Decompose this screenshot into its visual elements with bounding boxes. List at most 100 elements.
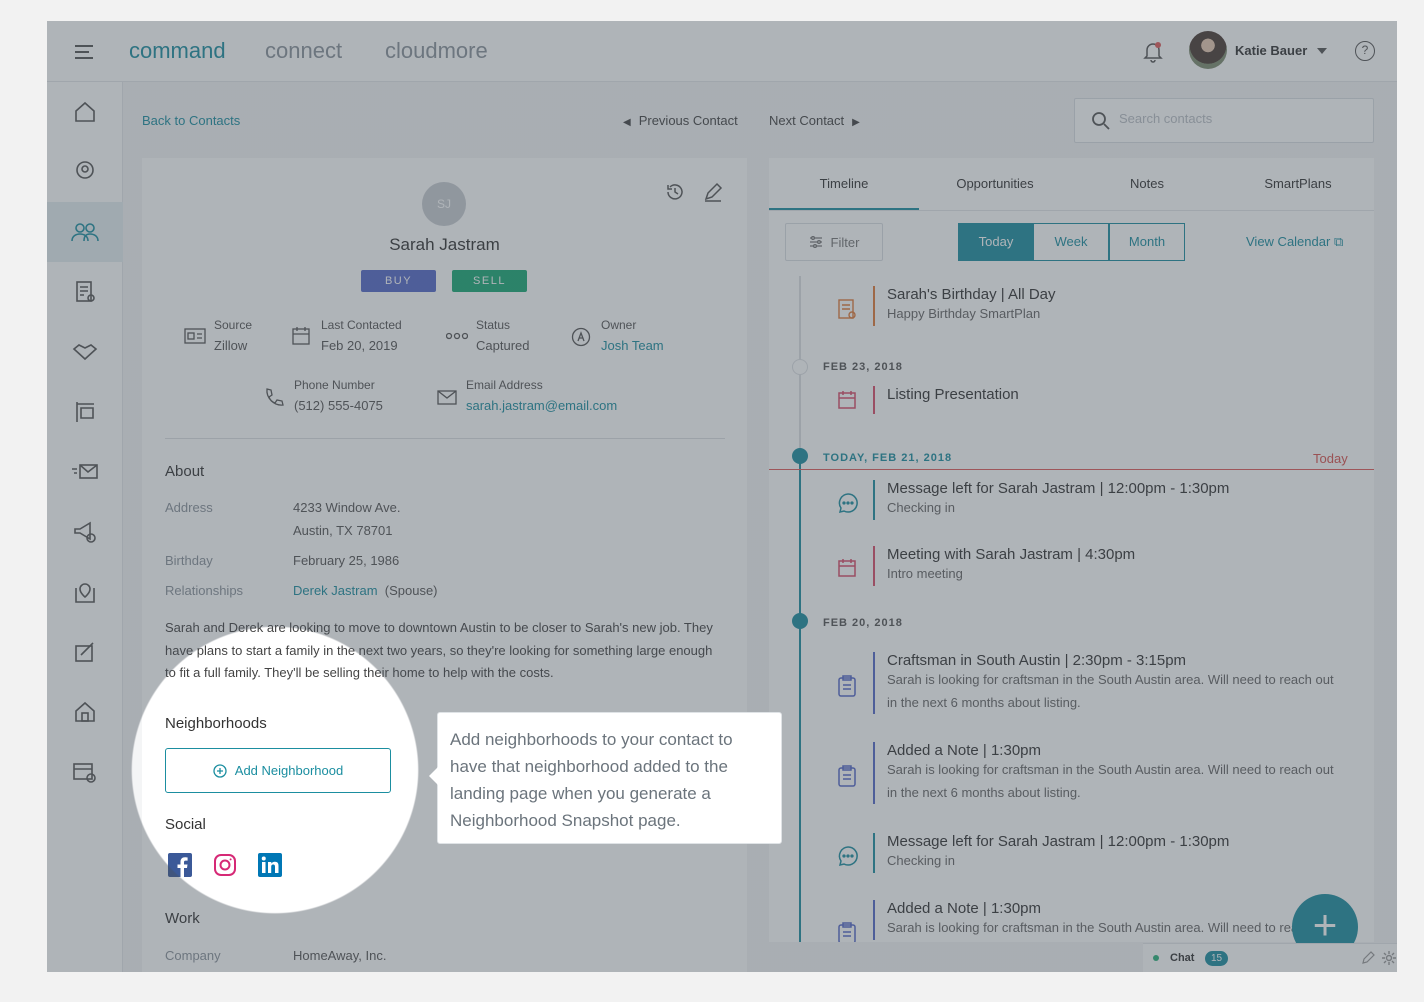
about-description: Sarah and Derek are looking to move to d… <box>165 620 713 680</box>
sidebar-item-calendar[interactable] <box>47 742 123 802</box>
timeline-event[interactable]: Listing Presentation <box>873 386 1019 414</box>
chat-label: Chat <box>1170 952 1195 964</box>
user-name[interactable]: Katie Bauer <box>1235 43 1307 58</box>
calendar-event-icon <box>838 391 856 409</box>
timeline-event[interactable]: Meeting with Sarah Jastram | 4:30pm Intro… <box>873 546 1135 586</box>
chevron-right-icon: ▶ <box>852 117 860 128</box>
today-marker-label: Today <box>1313 451 1348 466</box>
contact-card: SJ Sarah Jastram BUY SELL Source Zillow L… <box>142 158 747 972</box>
avatar[interactable] <box>1189 31 1227 69</box>
tab-notes[interactable]: Notes <box>1072 158 1222 210</box>
linkedin-icon[interactable] <box>258 853 282 877</box>
email-link[interactable]: sarah.jastram@email.com <box>466 398 617 413</box>
pencil-icon[interactable] <box>1361 951 1375 965</box>
email-icon <box>72 464 98 479</box>
envelope-icon <box>437 390 457 405</box>
help-icon[interactable]: ? <box>1355 41 1375 61</box>
instagram-icon[interactable] <box>213 853 237 877</box>
search-input[interactable] <box>1119 111 1359 126</box>
nav-command[interactable]: command <box>129 38 226 64</box>
previous-contact-link[interactable]: ◀ Previous Contact <box>623 113 738 128</box>
house-icon <box>75 701 95 722</box>
sidebar-item-home[interactable] <box>47 82 123 142</box>
next-contact-label: Next Contact <box>769 113 845 128</box>
notification-bell-icon[interactable] <box>1143 41 1163 63</box>
filter-button[interactable]: Filter <box>785 223 883 261</box>
sidebar-item-contacts[interactable] <box>47 202 123 262</box>
tab-divider <box>769 210 1374 211</box>
timeline-track <box>799 458 801 942</box>
nav-cloudmore[interactable]: cloudmore <box>385 38 488 64</box>
sidebar-item-pin[interactable] <box>47 142 123 202</box>
add-neighborhood-button[interactable]: Add Neighborhood <box>165 748 391 793</box>
event-title: Craftsman in South Austin | 2:30pm - 3:1… <box>887 652 1187 669</box>
sidebar-item-email[interactable] <box>47 442 123 502</box>
last-contacted-label: Last Contacted <box>321 318 402 332</box>
calendar-icon <box>73 763 96 783</box>
sidebar-item-listings[interactable] <box>47 262 123 322</box>
phone-field: Phone Number (512) 555-4075 <box>294 378 383 413</box>
chevron-down-icon[interactable] <box>1317 48 1327 54</box>
sidebar-item-marketing[interactable] <box>47 502 123 562</box>
timeline-event[interactable]: Message left for Sarah Jastram | 12:00pm… <box>873 480 1229 520</box>
message-icon <box>838 493 858 514</box>
tab-timeline[interactable]: Timeline <box>769 158 919 210</box>
back-to-contacts-link[interactable]: Back to Contacts <box>142 113 240 128</box>
contact-avatar: SJ <box>422 182 466 226</box>
status-field: Status Captured <box>476 318 529 353</box>
buy-tag[interactable]: BUY <box>361 270 436 292</box>
today-line <box>769 469 1374 470</box>
sidebar-item-properties[interactable] <box>47 682 123 742</box>
handshake-icon <box>72 344 98 361</box>
date-marker <box>792 613 808 629</box>
range-today[interactable]: Today <box>958 223 1034 261</box>
listing-icon <box>76 281 95 302</box>
date-heading: FEB 20, 2018 <box>823 617 903 629</box>
event-title: Listing Presentation <box>887 386 1019 403</box>
event-detail: Sarah is looking for craftsman in the So… <box>887 762 1334 800</box>
range-month[interactable]: Month <box>1109 223 1185 261</box>
chat-bar[interactable]: Chat 15 <box>1143 943 1397 972</box>
event-detail: Happy Birthday SmartPlan <box>887 306 1041 321</box>
sidebar-item-deals[interactable] <box>47 322 123 382</box>
contacts-icon <box>71 223 99 242</box>
view-calendar-link[interactable]: View Calendar ⧉ <box>1246 234 1343 250</box>
timeline-event[interactable]: Added a Note | 1:30pm Sarah is looking fo… <box>873 742 1343 804</box>
tab-opportunities[interactable]: Opportunities <box>920 158 1070 210</box>
pencil-icon[interactable] <box>703 182 723 202</box>
timeline-event[interactable]: Added a Note | 1:30pm Sarah is looking fo… <box>873 900 1343 940</box>
pin-icon <box>76 161 94 179</box>
edit-icon <box>75 642 94 662</box>
sell-tag[interactable]: SELL <box>452 270 527 292</box>
nav-connect[interactable]: connect <box>265 38 342 64</box>
facebook-icon[interactable] <box>168 853 192 877</box>
timeline-event[interactable]: Sarah's Birthday | All Day Happy Birthday… <box>873 286 1056 326</box>
sidebar-item-signs[interactable] <box>47 382 123 442</box>
contact-name: Sarah Jastram <box>389 235 500 254</box>
calendar-event-icon <box>838 559 856 577</box>
history-icon[interactable] <box>665 182 685 202</box>
range-week[interactable]: Week <box>1033 223 1109 261</box>
event-detail: Checking in <box>887 853 955 868</box>
timeline-event[interactable]: Craftsman in South Austin | 2:30pm - 3:1… <box>873 652 1343 714</box>
menu-icon[interactable] <box>75 45 93 59</box>
owner-icon <box>571 327 591 347</box>
relationship-link[interactable]: Derek Jastram <box>293 583 378 598</box>
relationships-value: Derek Jastram (Spouse) <box>293 583 438 598</box>
gear-icon[interactable] <box>1381 950 1397 966</box>
sidebar-item-edit[interactable] <box>47 622 123 682</box>
search-box[interactable] <box>1074 98 1374 143</box>
timeline-event[interactable]: Message left for Sarah Jastram | 12:00pm… <box>873 833 1229 873</box>
about-heading: About <box>165 463 205 480</box>
owner-link[interactable]: Josh Team <box>601 338 664 353</box>
sidebar-item-map[interactable] <box>47 562 123 622</box>
event-detail: Checking in <box>887 500 955 515</box>
today-marker <box>792 448 808 464</box>
phone-value[interactable]: (512) 555-4075 <box>294 398 383 413</box>
tab-smartplans[interactable]: SmartPlans <box>1223 158 1373 210</box>
search-icon <box>1092 112 1110 130</box>
date-heading: TODAY, FEB 21, 2018 <box>823 452 953 464</box>
event-title: Added a Note | 1:30pm <box>887 900 1041 917</box>
status-dots-icon <box>446 332 468 340</box>
next-contact-link[interactable]: Next Contact ▶ <box>769 113 860 128</box>
